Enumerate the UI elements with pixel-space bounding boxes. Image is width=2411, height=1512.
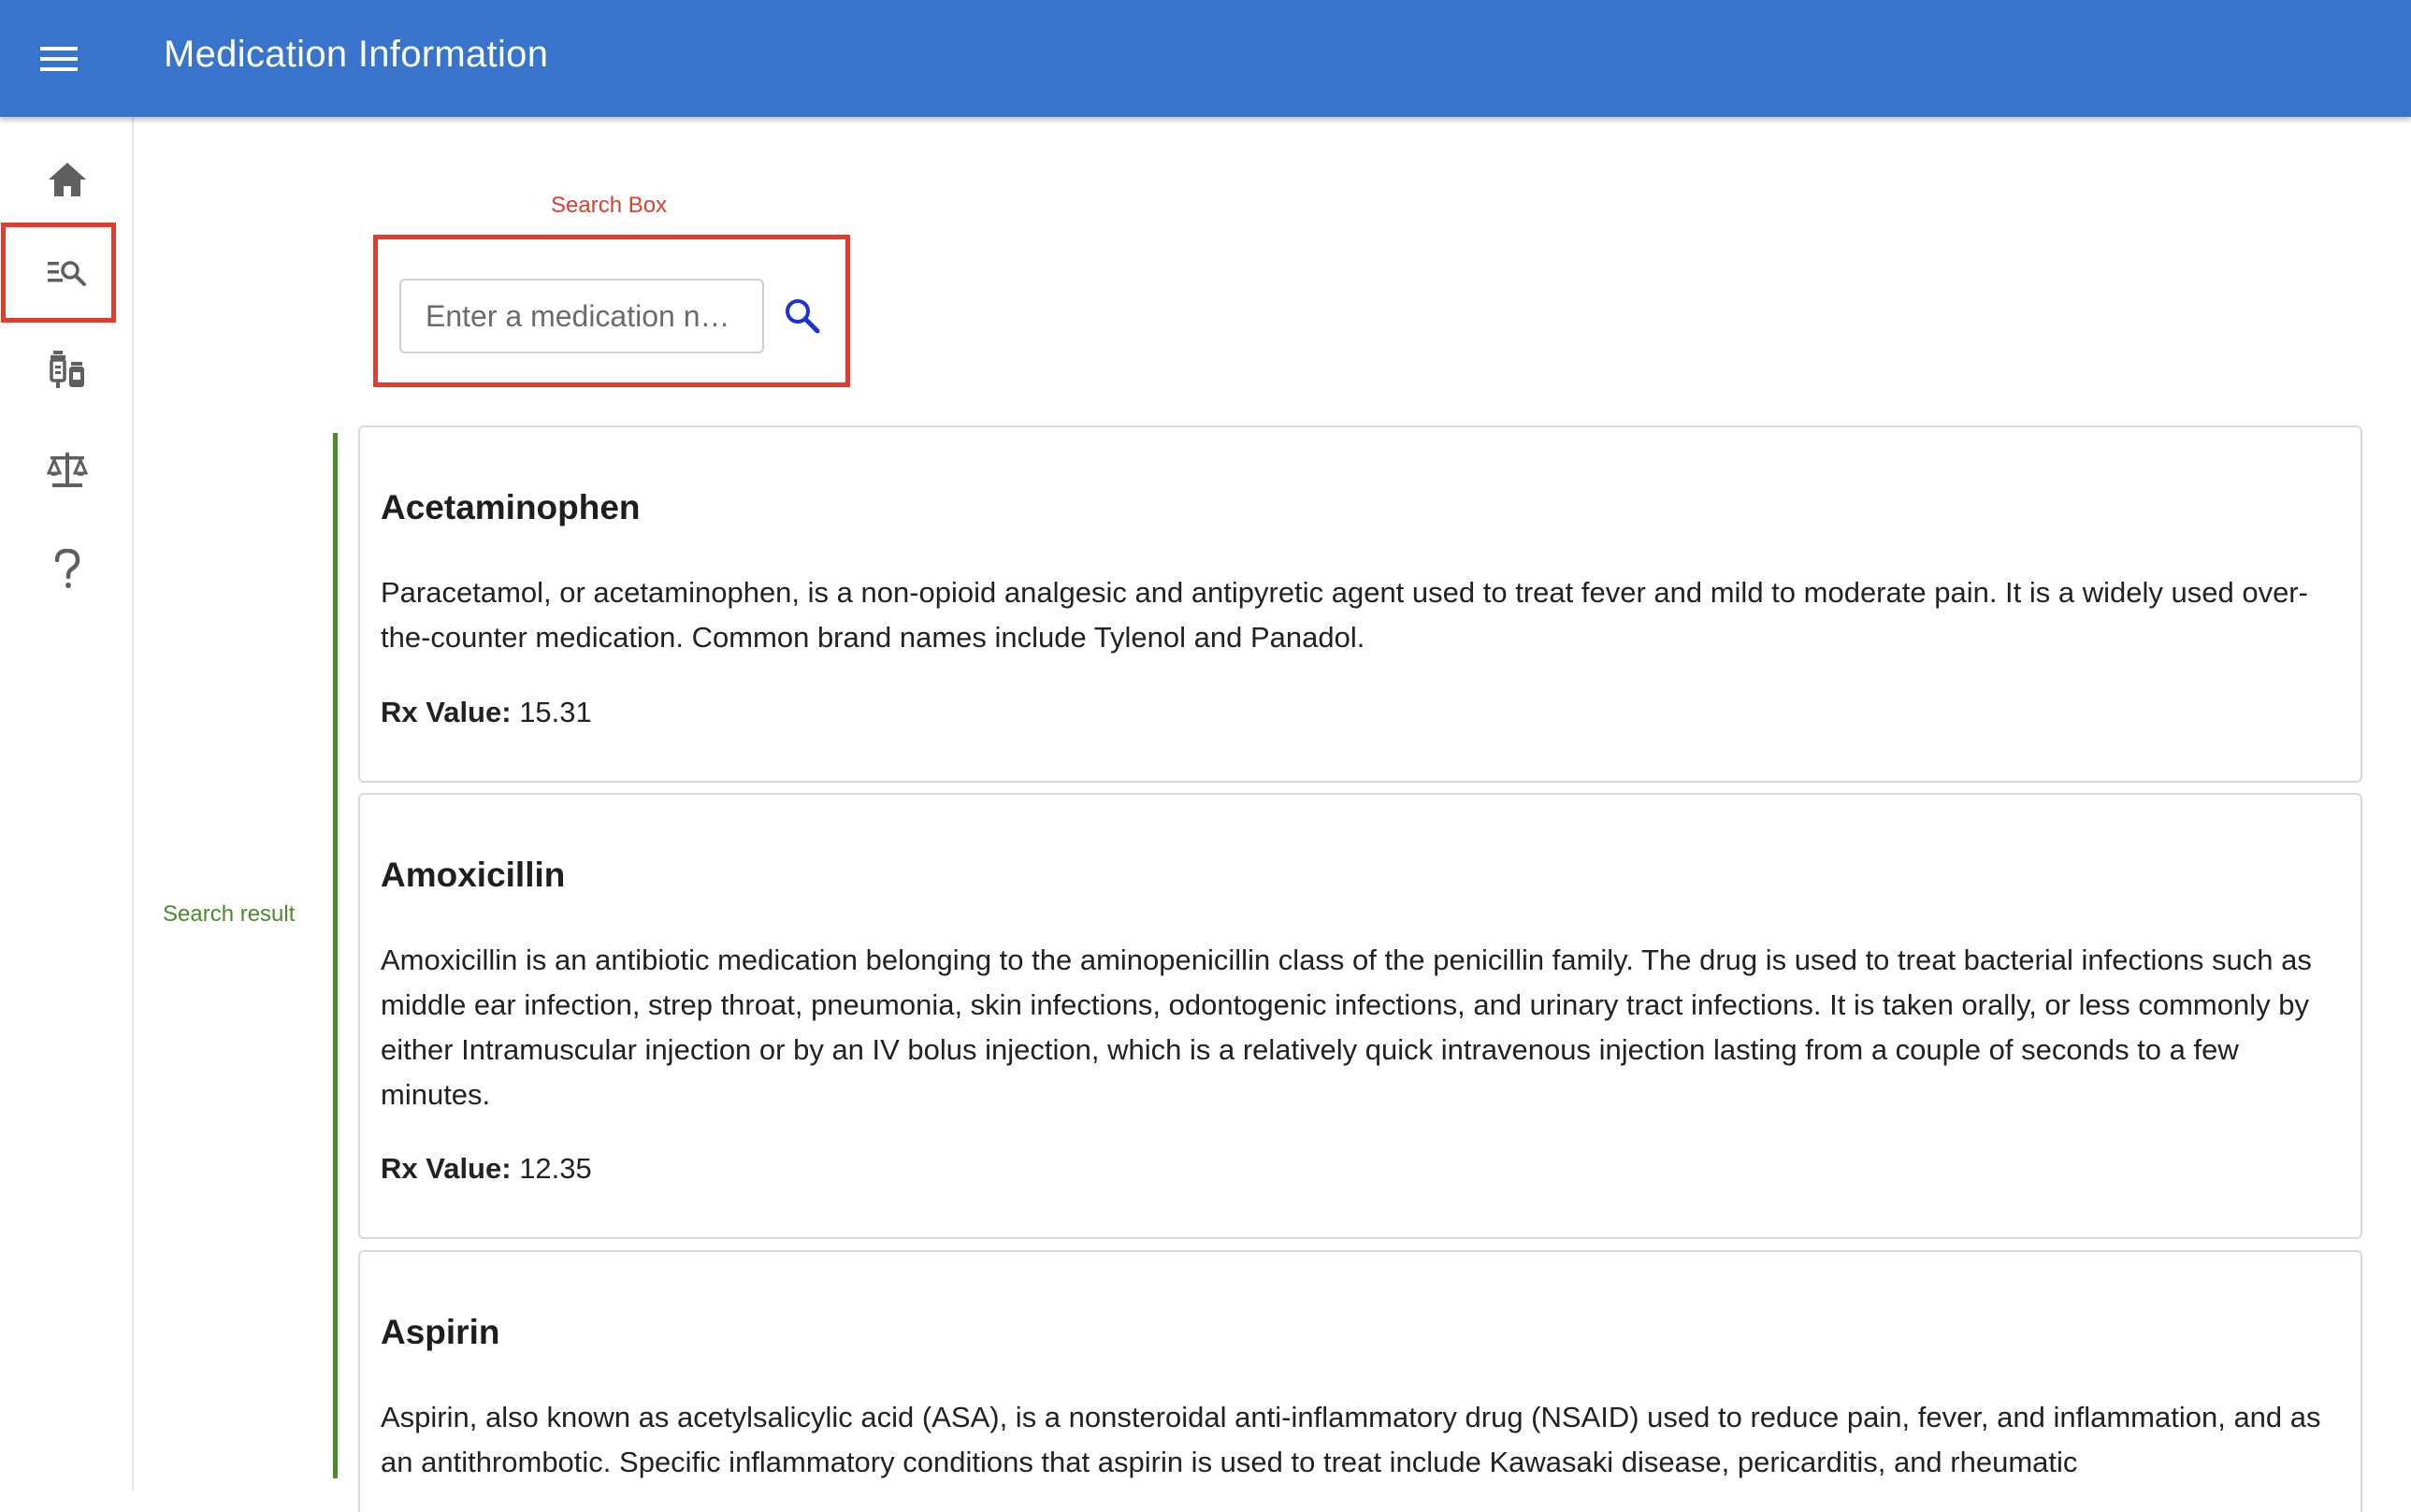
medication-description: Aspirin, also known as acetylsalicylic a…	[381, 1401, 2321, 1478]
result-card: Aspirin Aspirin, also known as acetylsal…	[358, 1250, 2362, 1512]
app-title: Medication Information	[164, 34, 549, 75]
search-box-annotation: Search Box	[551, 193, 668, 218]
medication-description: Paracetamol, or acetaminophen, is a non-…	[381, 576, 2308, 654]
medication-name: Amoxicillin	[381, 856, 566, 894]
medication-name: Acetaminophen	[381, 488, 641, 526]
medication-search-input[interactable]	[399, 279, 764, 353]
medication-name: Aspirin	[381, 1313, 500, 1351]
rx-value: 15.31	[519, 696, 592, 728]
result-card: Acetaminophen Paracetamol, or acetaminop…	[358, 425, 2362, 783]
rx-value-row: Rx Value: 15.31	[381, 696, 592, 729]
app-bar: Medication Information	[0, 0, 2411, 117]
nav-help[interactable]	[0, 523, 134, 616]
result-card: Amoxicillin Amoxicillin is an antibiotic…	[358, 793, 2362, 1239]
balance-scale-icon	[46, 453, 88, 487]
navigation-rail	[0, 117, 134, 1490]
home-icon	[48, 163, 86, 196]
medication-description: Amoxicillin is an antibiotic medication …	[381, 943, 2312, 1111]
search-button[interactable]	[779, 293, 826, 339]
hamburger-menu-icon	[40, 47, 78, 71]
menu-button[interactable]	[36, 37, 82, 80]
rx-value-row: Rx Value: 12.35	[381, 1152, 592, 1186]
rx-value-label: Rx Value:	[381, 696, 512, 728]
nav-compare[interactable]	[0, 423, 134, 516]
rx-value-label: Rx Value:	[381, 1152, 512, 1185]
search-result-annotation: Search result	[163, 901, 296, 927]
manage-search-icon	[47, 261, 86, 286]
nav-search[interactable]	[0, 225, 134, 319]
search-icon	[786, 299, 820, 334]
search-result-bracket-line	[333, 433, 338, 1478]
nav-home[interactable]	[0, 133, 134, 226]
help-question-icon	[54, 549, 79, 588]
rx-value: 12.35	[519, 1152, 592, 1185]
